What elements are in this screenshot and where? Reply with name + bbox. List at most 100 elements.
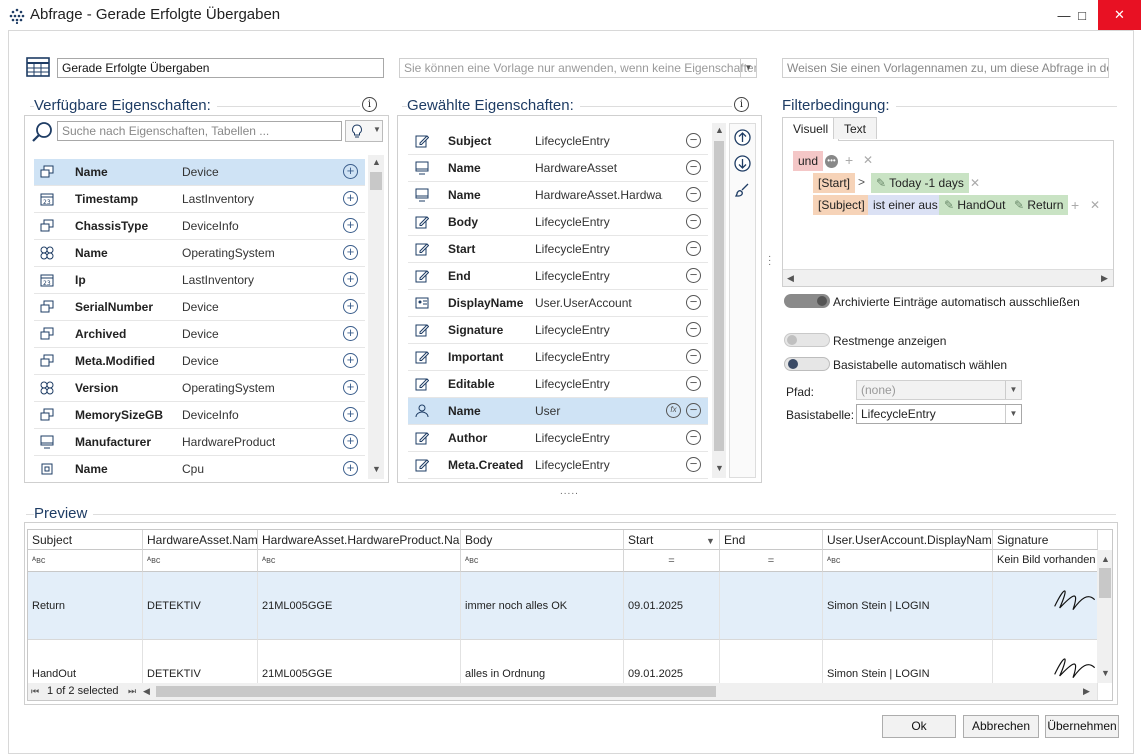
cancel-button[interactable]: Abbrechen	[963, 715, 1039, 738]
remove-icon[interactable]: −	[686, 160, 701, 175]
available-item[interactable]: Version OperatingSystem +	[34, 375, 365, 402]
chosen-item[interactable]: Start LifecycleEntry −	[408, 236, 708, 263]
chosen-item[interactable]: Author LifecycleEntry −	[408, 425, 708, 452]
maximize-button[interactable]: □	[1065, 0, 1099, 30]
chosen-item[interactable]: Name User fx −	[408, 398, 708, 425]
scroll-left-icon[interactable]: ◀	[143, 686, 150, 697]
column-header[interactable]: User.UserAccount.DisplayName	[823, 530, 993, 550]
scroll-up-icon[interactable]: ▲	[715, 125, 724, 135]
chosen-scrollbar[interactable]: ▲ ▼	[712, 123, 726, 478]
add-icon[interactable]: +	[343, 326, 358, 341]
add-icon[interactable]: +	[343, 245, 358, 260]
property-search-input[interactable]: Suche nach Eigenschaften, Tabellen ...	[57, 121, 342, 141]
available-item[interactable]: Manufacturer HardwareProduct +	[34, 429, 365, 456]
and-operator[interactable]: und	[793, 151, 824, 171]
template-name-input[interactable]: Weisen Sie einen Vorlagennamen zu, um di…	[782, 58, 1109, 78]
scroll-down-icon[interactable]: ▼	[715, 463, 724, 473]
remove-icon[interactable]: −	[686, 457, 701, 472]
value-return[interactable]: ✎ Return	[1009, 195, 1069, 215]
add-icon[interactable]: +	[343, 461, 358, 476]
remove-icon[interactable]: −	[686, 430, 701, 445]
column-filter[interactable]: ᴬʙᴄ	[143, 550, 258, 572]
add-icon[interactable]: +	[343, 380, 358, 395]
first-page-icon[interactable]: ⏮	[31, 686, 39, 697]
grid-vscrollbar[interactable]: ▲ ▼	[1097, 550, 1112, 683]
splitter-dots[interactable]: .....	[560, 486, 579, 497]
remove-icon[interactable]: −	[686, 349, 701, 364]
rest-toggle[interactable]	[784, 333, 830, 347]
add-icon[interactable]: +	[343, 299, 358, 314]
operator-gt[interactable]: >	[858, 175, 865, 189]
available-item[interactable]: Archived Device +	[34, 321, 365, 348]
add-condition-icon[interactable]: +	[845, 152, 853, 168]
column-header[interactable]: Subject	[28, 530, 143, 550]
column-filter[interactable]: =	[624, 550, 720, 572]
brush-icon[interactable]	[734, 182, 751, 199]
scroll-up-icon[interactable]: ▲	[1101, 554, 1110, 564]
scroll-up-icon[interactable]: ▲	[372, 157, 381, 167]
column-filter[interactable]: Kein Bild vorhanden	[993, 550, 1098, 572]
chosen-item[interactable]: Important LifecycleEntry −	[408, 344, 708, 371]
table-cell[interactable]: 09.01.2025	[624, 572, 720, 640]
chosen-item[interactable]: End LifecycleEntry −	[408, 263, 708, 290]
chosen-item[interactable]: Name HardwareAsset −	[408, 155, 708, 182]
column-header[interactable]: Body	[461, 530, 624, 550]
basetable-auto-toggle[interactable]	[784, 357, 830, 371]
basetable-select[interactable]: LifecycleEntry ▼	[856, 404, 1022, 424]
splitter-dots-vertical[interactable]: · · ·	[768, 252, 771, 270]
chosen-item[interactable]: Editable LifecycleEntry −	[408, 371, 708, 398]
table-cell[interactable]: Return	[28, 572, 143, 640]
scroll-right-icon[interactable]: ▶	[1101, 273, 1108, 284]
add-icon[interactable]: +	[343, 434, 358, 449]
remove-icon[interactable]: −	[686, 403, 701, 418]
scroll-thumb[interactable]	[1099, 568, 1111, 598]
column-header[interactable]: HardwareAsset.HardwareProduct.Name	[258, 530, 461, 550]
column-header[interactable]: End	[720, 530, 823, 550]
query-name-input[interactable]: Gerade Erfolgte Übergaben	[57, 58, 384, 78]
available-item[interactable]: ChassisType DeviceInfo +	[34, 213, 365, 240]
available-item[interactable]: Name OperatingSystem +	[34, 240, 365, 267]
available-item[interactable]: Name Device +	[34, 159, 365, 186]
table-cell[interactable]: Simon Stein | LOGIN	[823, 572, 993, 640]
remove-icon[interactable]: ✕	[1090, 198, 1100, 212]
chosen-item[interactable]: Signature LifecycleEntry −	[408, 317, 708, 344]
add-icon[interactable]: +	[343, 218, 358, 233]
operator-oneof[interactable]: ist einer aus	[868, 195, 943, 215]
remove-icon[interactable]: ✕	[970, 176, 980, 190]
table-cell[interactable]: DETEKTIV	[143, 572, 258, 640]
remove-icon[interactable]: −	[686, 241, 701, 256]
scroll-left-icon[interactable]: ◀	[787, 273, 794, 284]
move-up-icon[interactable]	[734, 129, 751, 146]
available-item[interactable]: 23 Ip LastInventory +	[34, 267, 365, 294]
chosen-item[interactable]: Subject LifecycleEntry −	[408, 128, 708, 155]
suggestion-button[interactable]: ▼	[345, 120, 383, 142]
ok-button[interactable]: Ok	[882, 715, 956, 738]
column-header[interactable]: HardwareAsset.Name	[143, 530, 258, 550]
available-item[interactable]: Name Cpu +	[34, 456, 365, 480]
remove-icon[interactable]: −	[686, 295, 701, 310]
archived-toggle[interactable]	[784, 294, 830, 308]
info-icon[interactable]: i	[362, 97, 377, 112]
scroll-right-icon[interactable]: ▶	[1083, 686, 1090, 697]
move-down-icon[interactable]	[734, 155, 751, 172]
available-item[interactable]: 23 Timestamp LastInventory +	[34, 186, 365, 213]
remove-icon[interactable]: −	[686, 376, 701, 391]
add-icon[interactable]: +	[343, 407, 358, 422]
column-filter[interactable]: =	[720, 550, 823, 572]
tab-visual[interactable]: Visuell	[782, 117, 840, 141]
column-filter[interactable]: ᴬʙᴄ	[258, 550, 461, 572]
filter-hscrollbar[interactable]: ◀ ▶	[783, 269, 1113, 286]
close-button[interactable]: ✕	[1098, 0, 1141, 30]
column-filter[interactable]: ᴬʙᴄ	[461, 550, 624, 572]
column-filter[interactable]: ᴬʙᴄ	[28, 550, 143, 572]
formula-icon[interactable]: fx	[666, 403, 681, 418]
value-handout[interactable]: ✎ HandOut	[939, 195, 1011, 215]
add-icon[interactable]: +	[343, 272, 358, 287]
apply-button[interactable]: Übernehmen	[1045, 715, 1119, 738]
scroll-down-icon[interactable]: ▼	[1101, 668, 1110, 678]
template-select[interactable]: Sie können eine Vorlage nur anwenden, we…	[399, 58, 757, 78]
chosen-item[interactable]: DisplayName User.UserAccount −	[408, 290, 708, 317]
sort-desc-icon[interactable]: ▼	[706, 536, 715, 546]
available-item[interactable]: Meta.Modified Device +	[34, 348, 365, 375]
more-icon[interactable]: •••	[825, 155, 838, 168]
